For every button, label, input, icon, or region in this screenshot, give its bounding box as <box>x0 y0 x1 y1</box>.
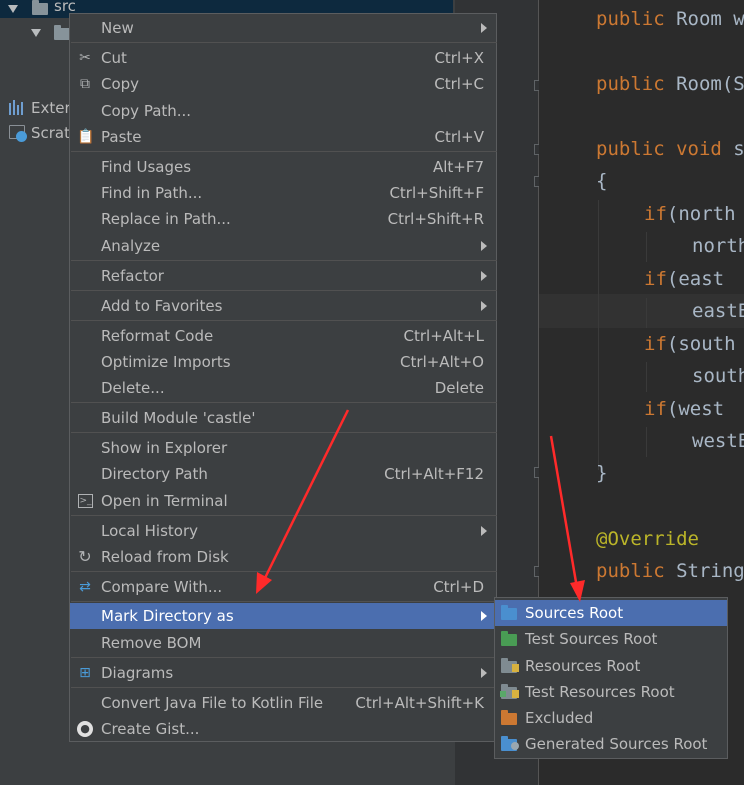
indent-guide <box>598 200 599 470</box>
folder-icon <box>32 0 48 15</box>
tree-label-external: Exter <box>31 99 71 117</box>
menu-item-find-in-path[interactable]: Find in Path... Ctrl+Shift+F <box>70 180 496 206</box>
code-line: if(east <box>644 268 736 290</box>
menu-item-create-gist[interactable]: ● Create Gist... <box>70 716 496 742</box>
menu-separator <box>71 432 497 433</box>
excluded-folder-icon <box>501 710 517 725</box>
menu-item-directory-path[interactable]: Directory Path Ctrl+Alt+F12 <box>70 461 496 487</box>
menu-item-convert-to-kotlin[interactable]: Convert Java File to Kotlin File Ctrl+Alt… <box>70 690 496 716</box>
submenu-arrow-icon <box>481 23 487 33</box>
menu-item-find-usages[interactable]: Find Usages Alt+F7 <box>70 154 496 180</box>
indent-guide <box>646 232 647 262</box>
code-line: { <box>596 170 608 192</box>
submenu-arrow-icon <box>481 271 487 281</box>
submenu-item-generated-sources-root[interactable]: Generated Sources Root <box>495 731 727 757</box>
menu-separator <box>71 320 497 321</box>
libraries-icon <box>9 100 27 115</box>
menu-item-reload-from-disk[interactable]: ↻ Reload from Disk <box>70 544 496 570</box>
code-line: public void s <box>596 138 744 160</box>
menu-separator <box>71 515 497 516</box>
expand-arrow-icon[interactable] <box>31 29 41 37</box>
menu-item-reformat-code[interactable]: Reformat Code Ctrl+Alt+L <box>70 323 496 349</box>
menu-item-compare-with[interactable]: ⇄ Compare With... Ctrl+D <box>70 574 496 600</box>
expand-arrow-icon[interactable] <box>8 5 18 13</box>
code-line: if(south <box>644 333 736 355</box>
context-menu: New ✂ Cut Ctrl+X ⧉ Copy Ctrl+C Copy Path... … <box>69 13 497 742</box>
menu-item-build-module[interactable]: Build Module 'castle' <box>70 405 496 431</box>
submenu-arrow-icon <box>481 301 487 311</box>
resources-root-folder-icon <box>501 658 519 673</box>
indent-guide <box>646 298 647 328</box>
code-line: south <box>692 365 744 387</box>
code-line: public Room w <box>596 8 744 30</box>
code-line: westE <box>692 430 744 452</box>
menu-item-mark-directory-as[interactable]: Mark Directory as <box>70 603 496 629</box>
menu-item-diagrams[interactable]: ⊞ Diagrams <box>70 660 496 686</box>
submenu-arrow-icon <box>481 668 487 678</box>
generated-sources-root-folder-icon <box>501 736 519 751</box>
menu-item-cut[interactable]: ✂ Cut Ctrl+X <box>70 45 496 71</box>
indent-guide <box>646 362 647 392</box>
code-line: eastE <box>692 300 744 322</box>
menu-item-replace-in-path[interactable]: Replace in Path... Ctrl+Shift+R <box>70 206 496 232</box>
menu-item-delete[interactable]: Delete... Delete <box>70 375 496 401</box>
code-line: @Override <box>596 528 699 550</box>
menu-separator <box>71 687 497 688</box>
reload-icon: ↻ <box>78 547 92 566</box>
menu-item-optimize-imports[interactable]: Optimize Imports Ctrl+Alt+O <box>70 349 496 375</box>
menu-item-show-in-explorer[interactable]: Show in Explorer <box>70 435 496 461</box>
scissors-icon: ✂ <box>79 50 91 66</box>
code-line: } <box>596 462 608 484</box>
submenu-item-excluded[interactable]: Excluded <box>495 705 727 731</box>
menu-item-open-in-terminal[interactable]: >_ Open in Terminal <box>70 488 496 514</box>
menu-separator <box>71 657 497 658</box>
menu-separator <box>71 260 497 261</box>
submenu-item-sources-root[interactable]: Sources Root <box>495 600 727 626</box>
indent-guide <box>646 427 647 457</box>
submenu-item-resources-root[interactable]: Resources Root <box>495 653 727 679</box>
menu-item-paste[interactable]: 📋 Paste Ctrl+V <box>70 124 496 150</box>
mark-directory-submenu: Sources Root Test Sources Root Resources… <box>494 597 728 759</box>
submenu-item-test-resources-root[interactable]: Test Resources Root <box>495 679 727 705</box>
menu-separator <box>71 571 497 572</box>
clipboard-icon: 📋 <box>77 129 95 145</box>
test-resources-root-folder-icon <box>500 684 519 699</box>
menu-separator <box>71 42 497 43</box>
code-line: north <box>692 235 744 257</box>
menu-separator <box>71 151 497 152</box>
menu-item-refactor[interactable]: Refactor <box>70 263 496 289</box>
clock-badge-icon <box>16 131 27 142</box>
folder-icon <box>54 25 70 40</box>
menu-separator <box>71 290 497 291</box>
code-line: public Room(S <box>596 73 744 95</box>
submenu-arrow-icon <box>481 526 487 536</box>
copy-icon: ⧉ <box>80 76 90 92</box>
menu-item-analyze[interactable]: Analyze <box>70 233 496 259</box>
menu-item-local-history[interactable]: Local History <box>70 518 496 544</box>
menu-item-add-to-favorites[interactable]: Add to Favorites <box>70 293 496 319</box>
menu-separator <box>71 601 497 602</box>
menu-separator <box>71 402 497 403</box>
sources-root-folder-icon <box>501 605 517 620</box>
terminal-icon: >_ <box>78 494 93 508</box>
submenu-item-test-sources-root[interactable]: Test Sources Root <box>495 626 727 652</box>
github-icon: ● <box>77 721 93 737</box>
code-line: if(north <box>644 203 736 225</box>
code-line: public String <box>596 560 744 582</box>
diagram-icon: ⊞ <box>79 665 91 681</box>
menu-item-remove-bom[interactable]: Remove BOM <box>70 630 496 656</box>
submenu-arrow-icon <box>481 241 487 251</box>
menu-item-copy-path[interactable]: Copy Path... <box>70 98 496 124</box>
code-line: if(west <box>644 398 736 420</box>
submenu-arrow-icon <box>481 611 487 621</box>
menu-item-copy[interactable]: ⧉ Copy Ctrl+C <box>70 71 496 97</box>
compare-icon: ⇄ <box>79 579 91 595</box>
test-sources-root-folder-icon <box>501 631 517 646</box>
menu-item-new[interactable]: New <box>70 15 496 41</box>
tree-label-scratches: Scrat <box>31 124 71 142</box>
